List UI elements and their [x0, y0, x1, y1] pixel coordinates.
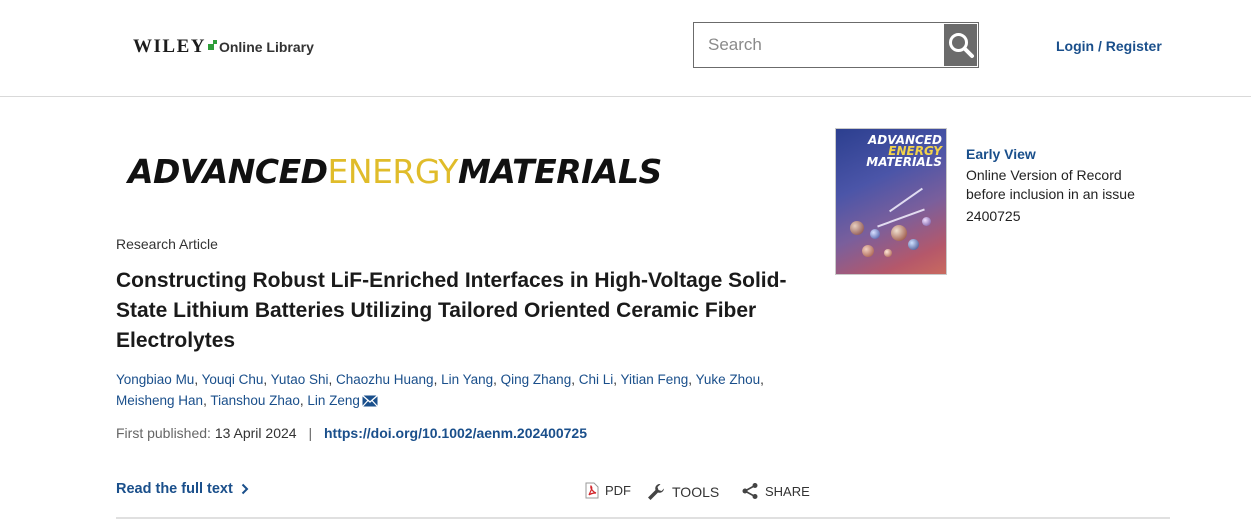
logo-green-square-icon — [207, 44, 214, 50]
pdf-label: PDF — [605, 483, 631, 498]
author-link[interactable]: Chaozhu Huang — [336, 372, 434, 387]
cover-sphere — [908, 239, 919, 250]
early-view-line1: Online Version of Record — [966, 167, 1122, 183]
author-separator: , — [688, 372, 696, 387]
publication-info: First published: 13 April 2024 | https:/… — [116, 425, 587, 441]
journal-word-energy: ENERGY — [327, 152, 459, 191]
author-separator: , — [328, 372, 336, 387]
cover-sphere — [870, 229, 880, 239]
chevron-right-icon — [241, 483, 249, 495]
first-published-label: First published: — [116, 425, 211, 441]
author-link[interactable]: Tianshou Zhao — [210, 393, 300, 408]
author-list: Yongbiao Mu, Youqi Chu, Yutao Shi, Chaoz… — [116, 369, 816, 413]
cover-sphere — [922, 217, 931, 226]
share-icon — [741, 482, 759, 500]
cover-title-line3: MATERIALS — [866, 155, 942, 169]
author-separator: , — [194, 372, 202, 387]
tools-button[interactable]: TOOLS — [646, 482, 719, 502]
tools-label: TOOLS — [672, 484, 720, 500]
cover-sphere — [884, 249, 892, 257]
share-label: SHARE — [765, 483, 810, 499]
divider — [116, 517, 1170, 519]
author-link[interactable]: Yongbiao Mu — [116, 372, 194, 387]
pdf-button[interactable]: PDF — [585, 482, 631, 499]
logo-online-library-text: Online Library — [218, 39, 314, 55]
first-published-date: 13 April 2024 — [214, 425, 297, 441]
journal-word-materials: MATERIALS — [457, 152, 662, 191]
journal-banner[interactable]: ADVANCEDENERGYMATERIALS — [128, 155, 662, 188]
journal-cover-image[interactable]: ADVANCED ENERGY MATERIALS — [836, 129, 946, 274]
cover-light-streak — [889, 187, 923, 213]
author-separator: , — [613, 372, 621, 387]
login-register-link[interactable]: Login / Register — [1056, 38, 1162, 54]
author-link[interactable]: Qing Zhang — [501, 372, 572, 387]
author-link[interactable]: Lin Zeng — [307, 393, 360, 408]
early-view-info: Early View Online Version of Record befo… — [966, 145, 1166, 226]
logo-green-dot-icon — [212, 40, 217, 44]
early-view-line2: before inclusion in an issue — [966, 186, 1135, 202]
search-input[interactable] — [694, 23, 943, 67]
search-button[interactable] — [944, 24, 977, 66]
read-full-text-link[interactable]: Read the full text — [116, 481, 249, 497]
search-icon — [948, 33, 974, 58]
cover-sphere — [850, 221, 864, 235]
wiley-online-library-logo[interactable]: WILEY Online Library — [133, 36, 314, 58]
author-link[interactable]: Yuke Zhou — [696, 372, 761, 387]
article-title: Constructing Robust LiF-Enriched Interfa… — [116, 269, 787, 352]
author-link[interactable]: Lin Yang — [441, 372, 493, 387]
cover-title: ADVANCED ENERGY MATERIALS — [842, 134, 942, 169]
author-separator: , — [760, 372, 764, 387]
pdf-icon — [585, 482, 599, 499]
author-link[interactable]: Meisheng Han — [116, 393, 203, 408]
author-separator: , — [493, 372, 501, 387]
cover-sphere — [862, 245, 874, 257]
author-link[interactable]: Yutao Shi — [271, 372, 329, 387]
cover-sphere — [891, 225, 907, 241]
author-link[interactable]: Yitian Feng — [621, 372, 689, 387]
wrench-icon — [646, 482, 666, 502]
search-box — [693, 22, 979, 68]
article-number: 2400725 — [966, 208, 1021, 224]
site-header: WILEY Online Library Login / Register — [0, 0, 1251, 97]
author-separator: , — [571, 372, 579, 387]
envelope-icon[interactable] — [361, 392, 378, 413]
journal-word-advanced: ADVANCED — [128, 152, 328, 191]
author-link[interactable]: Youqi Chu — [202, 372, 264, 387]
author-separator: , — [263, 372, 271, 387]
doi-link[interactable]: https://doi.org/10.1002/aenm.202400725 — [324, 425, 587, 441]
share-button[interactable]: SHARE — [741, 482, 810, 500]
author-separator: , — [433, 372, 442, 387]
early-view-title[interactable]: Early View — [966, 145, 1166, 164]
article-type: Research Article — [116, 236, 218, 252]
separator: | — [308, 425, 313, 441]
read-full-text-label: Read the full text — [116, 481, 233, 497]
logo-wiley-text: WILEY — [133, 36, 206, 57]
author-link[interactable]: Chi Li — [579, 372, 614, 387]
